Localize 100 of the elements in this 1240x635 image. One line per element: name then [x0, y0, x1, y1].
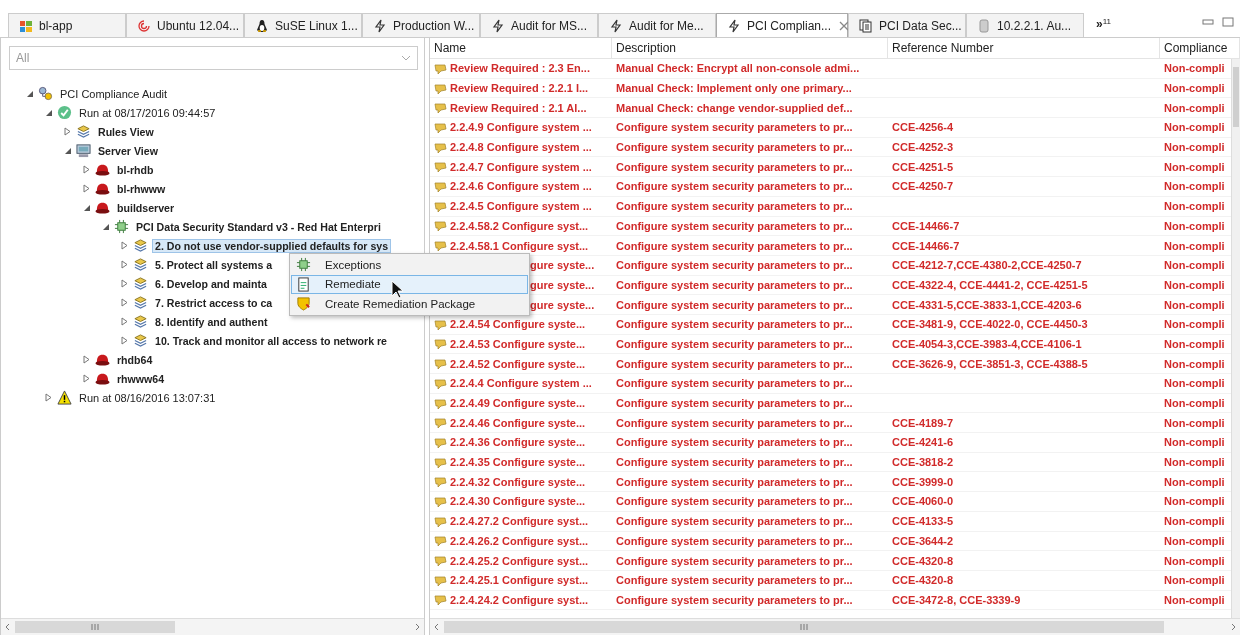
tree-item[interactable]: Run at 08/17/2016 09:44:57	[76, 105, 219, 120]
menu-item[interactable]: Create Remediation Package	[291, 294, 528, 314]
grip-icon[interactable]	[800, 624, 808, 630]
note-icon	[434, 82, 447, 94]
table-cell: Non-compli	[1164, 397, 1225, 410]
editor-tab[interactable]: 10.2.2.1. Au...	[966, 13, 1084, 37]
tree-item[interactable]: 6. Develop and mainta	[152, 276, 270, 291]
grip-icon[interactable]	[91, 624, 99, 630]
monitor-icon	[76, 143, 91, 158]
horizontal-scrollbar[interactable]	[1, 618, 424, 635]
table-cell: 2.2.4.32 Configure syste...	[450, 475, 586, 488]
table-cell: CCE-4054-3,CCE-3983-4,CCE-4106-1	[892, 337, 1082, 350]
collapse-icon[interactable]	[44, 108, 53, 117]
tree-item[interactable]: 10. Track and monitor all access to network re	[152, 333, 390, 348]
table-cell: Non-compli	[1164, 219, 1225, 232]
stack-icon	[76, 124, 91, 139]
pointer-icon	[391, 280, 404, 299]
column-header[interactable]: Reference Number	[888, 38, 1160, 58]
table-cell: Configure system security parameters to pr...	[616, 377, 853, 390]
table-cell: CCE-4252-3	[892, 141, 954, 154]
table-cell: Configure system security parameters to pr...	[616, 574, 853, 587]
table-cell: Non-compli	[1164, 141, 1225, 154]
expand-icon[interactable]	[120, 336, 129, 345]
column-header[interactable]: Compliance	[1160, 38, 1240, 58]
tree-item[interactable]: rhdb64	[114, 352, 156, 367]
menu-item[interactable]: Exceptions	[291, 255, 528, 275]
penguin-icon	[255, 18, 269, 33]
chevron-down-icon[interactable]	[401, 55, 411, 61]
editor-tab[interactable]: Production W...	[362, 13, 480, 37]
tree-item[interactable]: Server View	[95, 143, 161, 158]
tree-item[interactable]: 7. Restrict access to ca	[152, 295, 276, 310]
expand-icon[interactable]	[82, 184, 91, 193]
tree-item[interactable]: PCI Data Security Standard v3 - Red Hat Enterpri	[133, 219, 384, 234]
note-icon	[434, 141, 447, 153]
swirl-icon	[137, 18, 151, 33]
table-cell: Manual Check: Encrypt all non-console admi...	[616, 62, 860, 75]
stack-icon	[133, 333, 148, 348]
tree-item[interactable]: bl-rhdb	[114, 162, 157, 177]
table-cell: Non-compli	[1164, 475, 1225, 488]
tree-item[interactable]: 5. Protect all systems a	[152, 257, 276, 272]
table-cell: CCE-4241-6	[892, 436, 954, 449]
tree-item[interactable]: 2. Do not use vendor-supplied defaults for sys	[152, 238, 392, 253]
note-icon	[434, 515, 447, 527]
vertical-scrollbar[interactable]	[1231, 59, 1240, 618]
hat-icon	[95, 181, 110, 196]
tree-item[interactable]: rhwww64	[114, 371, 168, 386]
table-cell: 2.2.4.30 Configure syste...	[450, 495, 586, 508]
table-cell: Non-compli	[1164, 82, 1225, 95]
column-header[interactable]: Description	[612, 38, 888, 58]
document-icon	[296, 276, 311, 292]
tree-item[interactable]: PCI Compliance Audit	[57, 86, 170, 101]
minimize-icon[interactable]	[1202, 17, 1214, 27]
expand-icon[interactable]	[63, 127, 72, 136]
table-cell: 2.2.4.53 Configure syste...	[450, 337, 586, 350]
table-cell: Configure system security parameters to pr...	[616, 180, 853, 193]
expand-icon[interactable]	[82, 355, 91, 364]
editor-tab[interactable]: Audit for Me...	[598, 13, 716, 37]
table-cell: 2.2.4.54 Configure syste...	[450, 318, 586, 331]
table-cell: CCE-4133-5	[892, 515, 954, 528]
editor-tab[interactable]: Audit for MS...	[480, 13, 598, 37]
table-cell: Configure system security parameters to pr...	[616, 337, 853, 350]
table-cell: Non-compli	[1164, 259, 1225, 272]
expand-icon[interactable]	[82, 165, 91, 174]
menu-item[interactable]: Remediate	[291, 274, 528, 294]
table-cell: gure syste...	[530, 259, 595, 272]
editor-tab[interactable]: PCI Data Sec...	[848, 13, 966, 37]
collapse-icon[interactable]	[25, 89, 34, 98]
table-cell: Non-compli	[1164, 456, 1225, 469]
table-cell: Configure system security parameters to pr...	[616, 141, 853, 154]
table-cell: Configure system security parameters to pr...	[616, 200, 853, 213]
column-header[interactable]: Name	[430, 38, 612, 58]
table-cell: Non-compli	[1164, 239, 1225, 252]
editor-tab[interactable]: SuSE Linux 1...	[244, 13, 362, 37]
table-cell: Configure system security parameters to pr...	[616, 397, 853, 410]
expand-icon[interactable]	[44, 393, 53, 402]
note-icon	[434, 180, 447, 192]
expand-icon[interactable]	[82, 374, 91, 383]
document-icon	[859, 18, 873, 33]
editor-tab[interactable]: bl-app	[8, 13, 126, 37]
tree-item[interactable]: 8. Identify and authent	[152, 314, 271, 329]
expand-icon[interactable]	[120, 317, 129, 326]
tree-item[interactable]: bl-rhwww	[114, 181, 169, 196]
expand-icon[interactable]	[120, 241, 129, 250]
expand-icon[interactable]	[120, 298, 129, 307]
maximize-icon[interactable]	[1222, 17, 1234, 27]
hat-icon	[95, 200, 110, 215]
table-cell: 2.2.4.7 Configure system ...	[450, 160, 592, 173]
collapse-icon[interactable]	[63, 146, 72, 155]
tree-item[interactable]: Run at 08/16/2016 13:07:31	[76, 390, 219, 405]
expand-icon[interactable]	[120, 279, 129, 288]
horizontal-scrollbar[interactable]	[430, 618, 1240, 635]
collapse-icon[interactable]	[82, 203, 91, 212]
editor-tab[interactable]: PCI Complian...	[716, 13, 848, 37]
stack-icon	[133, 295, 148, 310]
expand-icon[interactable]	[120, 260, 129, 269]
tree-item[interactable]: buildserver	[114, 200, 178, 215]
table-cell: Configure system security parameters to pr...	[616, 475, 853, 488]
collapse-icon[interactable]	[101, 222, 110, 231]
editor-tab[interactable]: Ubuntu 12.04...	[126, 13, 244, 37]
tree-item[interactable]: Rules View	[95, 124, 157, 139]
